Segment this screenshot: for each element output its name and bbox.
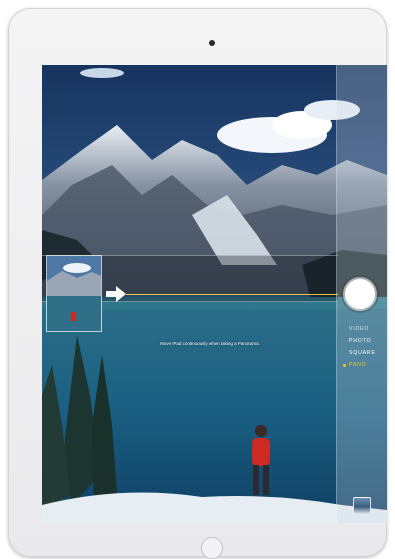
panorama-guide-line (126, 294, 338, 295)
mode-square[interactable]: SQUARE (337, 347, 387, 359)
active-mode-dot-icon (343, 363, 346, 367)
arrow-right-icon[interactable] (106, 286, 126, 302)
mode-photo[interactable]: PHOTO (337, 335, 387, 347)
mode-pano-label: PANO (349, 362, 367, 368)
ipad-device: Move iPad continuously when taking a Pan… (8, 8, 387, 559)
mode-pano[interactable]: PANO (337, 359, 387, 371)
panorama-instruction: Move iPad continuously when taking a Pan… (160, 341, 260, 346)
photo-library-thumbnail[interactable] (353, 497, 371, 515)
panorama-progress-thumbnail (46, 255, 102, 332)
camera-control-strip: VIDEO PHOTO SQUARE PANO (336, 65, 387, 523)
shutter-button[interactable] (345, 279, 375, 309)
camera-viewfinder: Move iPad continuously when taking a Pan… (42, 65, 387, 523)
mode-video[interactable]: VIDEO (337, 323, 387, 335)
camera-mode-selector: VIDEO PHOTO SQUARE PANO (337, 323, 387, 371)
home-button[interactable] (201, 537, 223, 559)
front-camera (209, 40, 215, 46)
